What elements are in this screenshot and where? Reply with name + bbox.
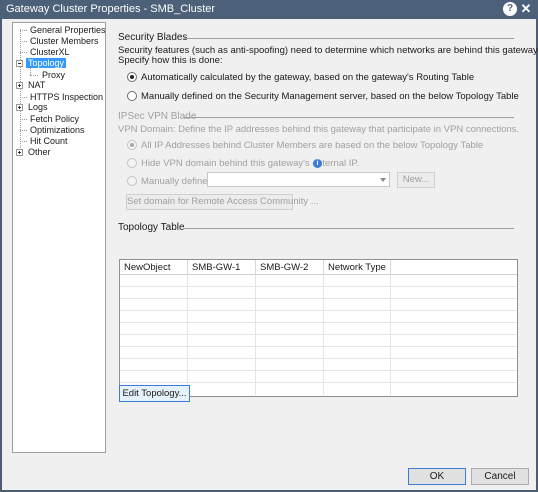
tree-connector: [30, 75, 38, 76]
table-row[interactable]: [120, 323, 517, 335]
title-bar: Gateway Cluster Properties - SMB_Cluster…: [0, 0, 538, 19]
section-divider: [183, 228, 514, 229]
vpn-manual-radio[interactable]: [127, 176, 137, 186]
tree-item-label: Logs: [28, 102, 48, 112]
tree-item-label: Optimizations: [30, 125, 85, 135]
tree-item-label: Cluster Members: [30, 36, 99, 46]
info-icon[interactable]: i: [313, 159, 322, 168]
tree-item-label: Fetch Policy: [30, 114, 80, 124]
expand-icon[interactable]: [16, 149, 23, 156]
manual-topology-label[interactable]: Manually defined on the Security Managem…: [141, 91, 519, 102]
table-header-row: NewObject SMB-GW-1 SMB-GW-2 Network Type: [120, 260, 517, 275]
tree-connector: [20, 41, 27, 42]
topology-table[interactable]: NewObject SMB-GW-1 SMB-GW-2 Network Type: [119, 259, 518, 397]
tree-item-fetch-policy[interactable]: Fetch Policy: [28, 114, 81, 125]
tree-item-label: HTTPS Inspection: [30, 92, 104, 102]
cancel-button[interactable]: Cancel: [471, 468, 529, 485]
manual-topology-radio[interactable]: [127, 91, 137, 101]
vpn-manual-label[interactable]: Manually defined:: [141, 176, 215, 187]
vpn-hide-domain-radio[interactable]: [127, 158, 137, 168]
tree-item-optimizations[interactable]: Optimizations: [28, 125, 87, 136]
vpn-domain-select[interactable]: [207, 172, 390, 187]
set-remote-access-domain-button[interactable]: Set domain for Remote Access Community .…: [126, 194, 319, 210]
tree-item-label: Hit Count: [30, 136, 68, 146]
column-header-empty: [391, 260, 517, 275]
close-icon[interactable]: ✕: [519, 2, 533, 16]
section-divider: [183, 117, 514, 118]
table-row[interactable]: [120, 275, 517, 287]
help-icon[interactable]: ?: [503, 2, 517, 16]
table-row[interactable]: [120, 299, 517, 311]
edit-topology-button[interactable]: Edit Topology...: [119, 385, 190, 402]
collapse-icon[interactable]: [16, 60, 23, 67]
table-row[interactable]: [120, 347, 517, 359]
tree-item-label: Topology: [26, 58, 67, 68]
tree-item-other[interactable]: Other: [26, 147, 53, 158]
tree-connector: [20, 29, 21, 156]
tree-item-general-properties[interactable]: General Properties: [28, 25, 108, 36]
column-header-network-type[interactable]: Network Type: [324, 260, 391, 275]
navigation-tree[interactable]: General Properties Cluster Members Clust…: [12, 22, 106, 453]
table-row[interactable]: [120, 311, 517, 323]
auto-topology-label[interactable]: Automatically calculated by the gateway,…: [141, 72, 474, 83]
vpn-hide-domain-label[interactable]: Hide VPN domain behind this gateway's ex…: [141, 158, 359, 169]
security-blades-instruction: Specify how this is done:: [118, 55, 223, 66]
tree-connector: [20, 119, 27, 120]
topology-table-title: Topology Table: [118, 222, 185, 233]
vpn-all-ip-label[interactable]: All IP Addresses behind Cluster Members …: [141, 140, 483, 151]
vpn-domain-description: VPN Domain: Define the IP addresses behi…: [118, 124, 520, 135]
table-row[interactable]: [120, 371, 517, 383]
column-header-newobject[interactable]: NewObject: [120, 260, 188, 275]
column-header-smb-gw-2[interactable]: SMB-GW-2: [256, 260, 324, 275]
tree-connector: [20, 130, 27, 131]
tree-item-label: Other: [28, 147, 51, 157]
tree-item-cluster-members[interactable]: Cluster Members: [28, 36, 101, 47]
tree-item-topology[interactable]: Topology: [26, 58, 67, 69]
new-vpn-domain-button[interactable]: New...: [397, 172, 435, 188]
table-row[interactable]: [120, 359, 517, 371]
tree-connector: [20, 141, 27, 142]
window-title: Gateway Cluster Properties - SMB_Cluster: [6, 3, 216, 15]
expand-icon[interactable]: [16, 82, 23, 89]
tree-connector: [20, 52, 27, 53]
section-divider: [183, 38, 514, 39]
tree-connector: [30, 68, 31, 75]
tree-connector: [20, 97, 27, 98]
tree-item-label: Proxy: [42, 70, 66, 80]
tree-item-nat[interactable]: NAT: [26, 80, 47, 91]
table-row[interactable]: [120, 287, 517, 299]
auto-topology-radio[interactable]: [127, 72, 137, 82]
tree-item-label: ClusterXL: [30, 47, 70, 57]
tree-item-label: NAT: [28, 80, 46, 90]
dialog-client-area: General Properties Cluster Members Clust…: [2, 19, 538, 490]
tree-connector: [20, 30, 27, 31]
table-row[interactable]: [120, 335, 517, 347]
ok-button[interactable]: OK: [408, 468, 466, 485]
tree-item-label: General Properties: [30, 25, 106, 35]
security-blades-title: Security Blades: [118, 32, 188, 43]
chevron-down-icon: [380, 178, 386, 182]
tree-item-logs[interactable]: Logs: [26, 102, 50, 113]
column-header-smb-gw-1[interactable]: SMB-GW-1: [188, 260, 256, 275]
tree-item-hit-count[interactable]: Hit Count: [28, 136, 70, 147]
expand-icon[interactable]: [16, 104, 23, 111]
tree-item-clusterxl[interactable]: ClusterXL: [28, 47, 72, 58]
vpn-all-ip-radio[interactable]: [127, 140, 137, 150]
dialog-window: Gateway Cluster Properties - SMB_Cluster…: [0, 0, 538, 492]
